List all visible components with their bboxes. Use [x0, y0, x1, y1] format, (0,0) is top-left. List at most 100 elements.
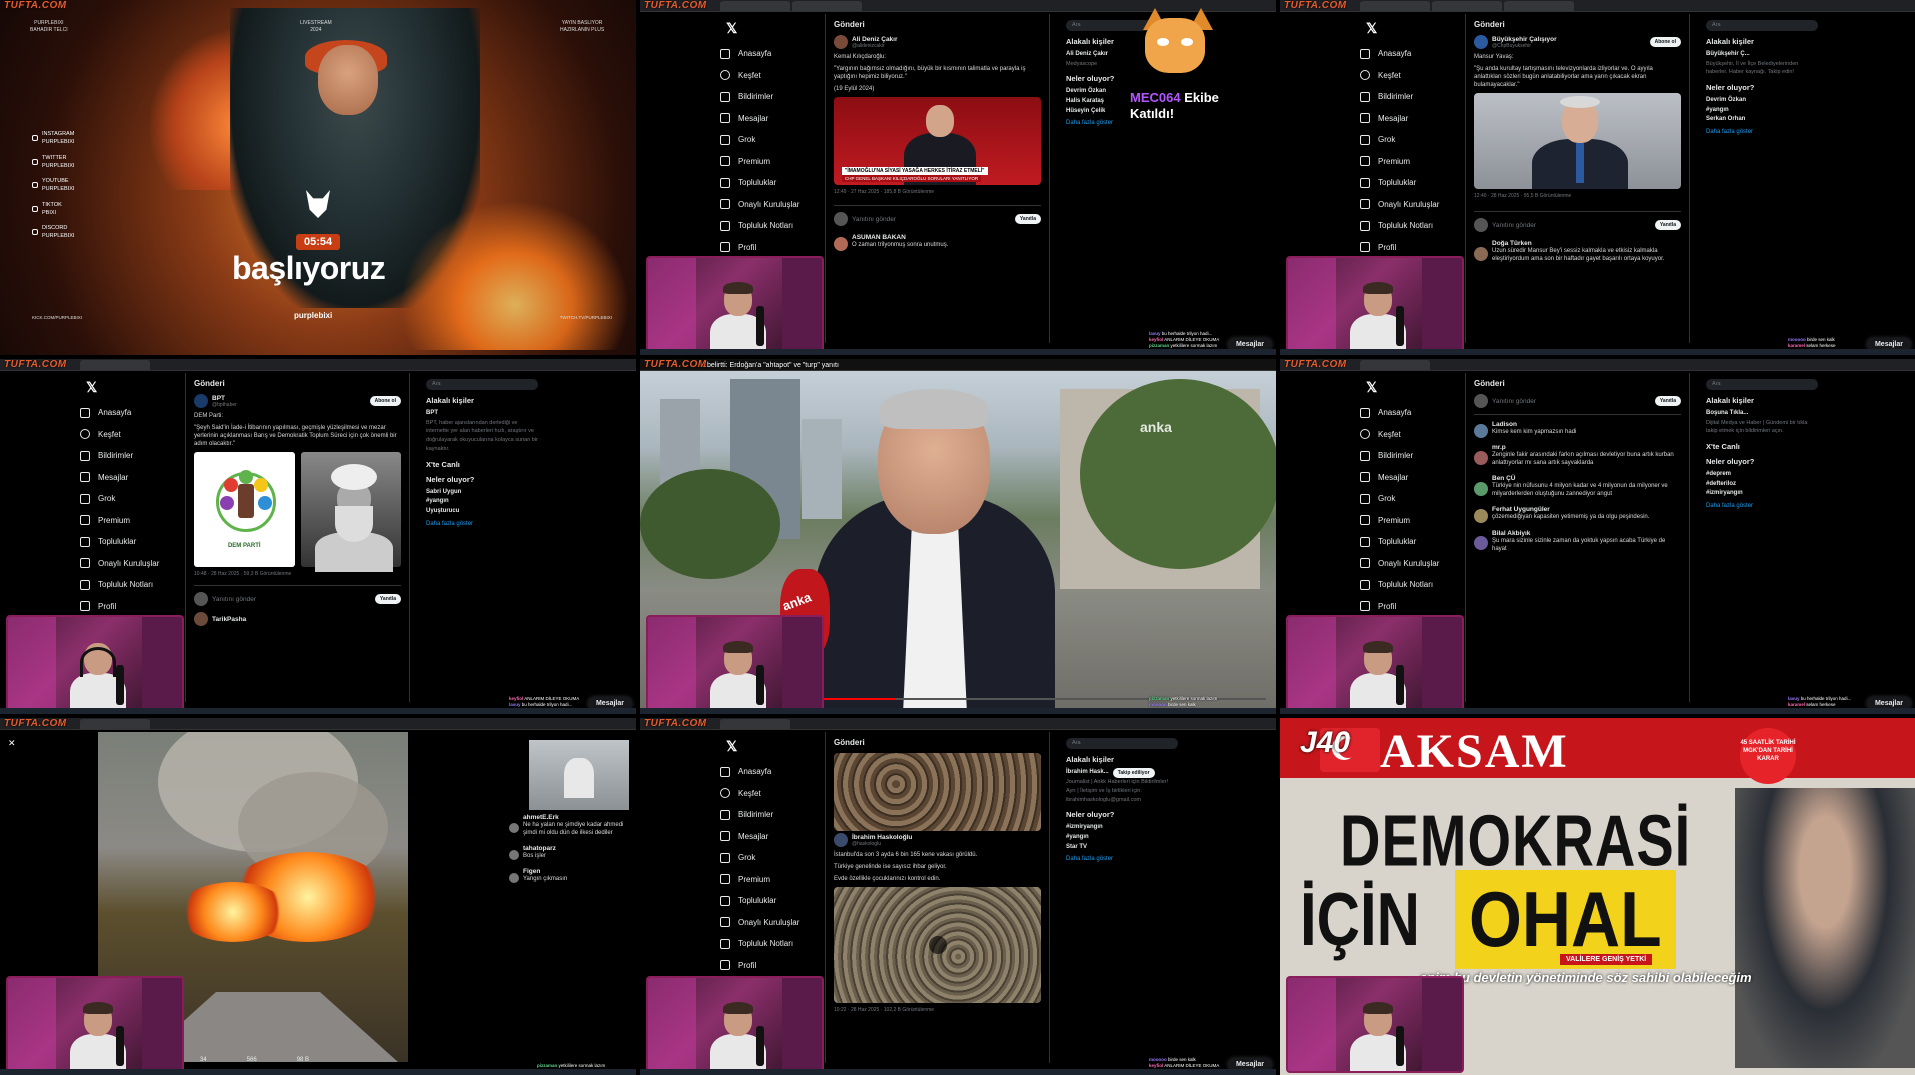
- related-name[interactable]: Büyükşehir Ç...: [1706, 50, 1818, 60]
- nav-community-notes[interactable]: Topluluk Notları: [80, 574, 200, 596]
- nav-explore[interactable]: Keşfet: [1360, 65, 1480, 87]
- taskbar[interactable]: [0, 1069, 636, 1075]
- reply-input[interactable]: Yanıtını gönder: [852, 216, 896, 223]
- browser-tab[interactable]: [1360, 360, 1430, 370]
- nav-home[interactable]: Anasayfa: [720, 43, 840, 65]
- nav-verified-orgs[interactable]: Onaylı Kuruluşlar: [1360, 194, 1480, 216]
- nav-premium[interactable]: Premium: [720, 151, 840, 173]
- historical-portrait[interactable]: [300, 452, 401, 573]
- reply-item[interactable]: Bilal Akbiyık Şu mara sizinle sizinle zam…: [1474, 530, 1681, 557]
- next-post-author[interactable]: ASUMAN BAKAN O zaman trilyonmuş sonra unu…: [834, 234, 1041, 253]
- nav-explore[interactable]: Keşfet: [1360, 424, 1480, 446]
- post-author[interactable]: İbrahim Haskoloğlu @haskologlu: [834, 833, 1041, 847]
- nav-home[interactable]: Anasayfa: [80, 402, 200, 424]
- avatar[interactable]: [834, 236, 848, 251]
- x-logo-icon[interactable]: 𝕏: [726, 20, 840, 37]
- author-name[interactable]: Ali Deniz Çakır: [852, 36, 898, 43]
- nav-home[interactable]: Anasayfa: [1360, 43, 1480, 65]
- avatar[interactable]: [1474, 35, 1488, 49]
- nav-profile[interactable]: Profil: [720, 955, 840, 977]
- author-name[interactable]: BPT: [212, 395, 237, 402]
- browser-tabstrip[interactable]: [0, 359, 636, 371]
- author-name[interactable]: mr.p: [1492, 444, 1681, 451]
- avatar[interactable]: [834, 833, 848, 847]
- nav-communities[interactable]: Topluluklar: [720, 172, 840, 194]
- quoted-image[interactable]: [834, 753, 1041, 831]
- nav-home[interactable]: Anasayfa: [720, 761, 840, 783]
- avatar[interactable]: [194, 394, 208, 408]
- nav-messages[interactable]: Mesajlar: [720, 826, 840, 848]
- nav-notifications[interactable]: Bildirimler: [720, 86, 840, 108]
- browser-tab[interactable]: [1504, 1, 1574, 11]
- nav-profile[interactable]: Profil: [720, 237, 840, 259]
- nav-grok[interactable]: Grok: [1360, 488, 1480, 510]
- avatar[interactable]: [194, 612, 208, 627]
- nav-profile[interactable]: Profil: [80, 596, 200, 618]
- post-author[interactable]: Büyükşehir Çalışıyor @ChpBuyuksehir Abone …: [1474, 35, 1681, 49]
- author-name[interactable]: Ferhat Uygungüler: [1492, 506, 1649, 513]
- author-name[interactable]: ahmetE.Erk: [523, 814, 631, 821]
- nav-notifications[interactable]: Bildirimler: [80, 445, 200, 467]
- reply-button[interactable]: Yanıtla: [1014, 214, 1041, 225]
- nav-premium[interactable]: Premium: [1360, 151, 1480, 173]
- trend-item[interactable]: #yangın: [1066, 833, 1178, 843]
- browser-tabstrip[interactable]: [1280, 0, 1915, 12]
- next-post-author[interactable]: TarikPasha: [194, 612, 401, 627]
- nav-verified-orgs[interactable]: Onaylı Kuruluşlar: [80, 553, 200, 575]
- taskbar[interactable]: [1280, 349, 1915, 355]
- comment-item[interactable]: Figen Yangın çıkmasın: [509, 868, 631, 887]
- author-name[interactable]: tahatoparz: [523, 845, 556, 852]
- reply-item[interactable]: Ferhat Uygungüler çözemediğiyan kapasiten…: [1474, 506, 1681, 525]
- reply-button[interactable]: Yanıtla: [1654, 396, 1681, 406]
- browser-tabstrip[interactable]: [1280, 359, 1915, 371]
- nav-grok[interactable]: Grok: [1360, 129, 1480, 151]
- nav-grok[interactable]: Grok: [80, 488, 200, 510]
- comment-image[interactable]: [529, 740, 629, 810]
- browser-tab[interactable]: [1360, 1, 1430, 11]
- trend-item[interactable]: #deprem: [1706, 470, 1818, 480]
- subscribe-button[interactable]: Abone ol: [369, 396, 401, 406]
- author-name[interactable]: İbrahim Haskoloğlu: [852, 834, 912, 841]
- reply-input[interactable]: Yanıtını gönder: [212, 596, 256, 603]
- reply-item[interactable]: Ben ÇÜ Türkiye nin nüfusunu 4 milyon kada…: [1474, 475, 1681, 502]
- nav-communities[interactable]: Topluluklar: [80, 531, 200, 553]
- nav-premium[interactable]: Premium: [80, 510, 200, 532]
- search-input[interactable]: Ara: [1706, 379, 1818, 390]
- trend-item[interactable]: #yangın: [1706, 106, 1818, 116]
- author-name[interactable]: Büyükşehir Çalışıyor: [1492, 36, 1557, 43]
- related-name[interactable]: BPT: [426, 409, 538, 419]
- reply-button[interactable]: Yanıtla: [374, 594, 401, 605]
- avatar[interactable]: [1474, 246, 1488, 261]
- browser-tab[interactable]: [720, 1, 790, 11]
- avatar[interactable]: [1474, 423, 1488, 438]
- author-name[interactable]: Figen: [523, 868, 567, 875]
- search-input[interactable]: Ara: [1706, 20, 1818, 31]
- close-icon[interactable]: ✕: [8, 738, 16, 749]
- x-logo-icon[interactable]: 𝕏: [1366, 20, 1480, 37]
- author-name[interactable]: Doğa Türken: [1492, 240, 1681, 247]
- avatar[interactable]: [509, 872, 519, 883]
- x-logo-icon[interactable]: 𝕏: [1366, 379, 1480, 396]
- show-more-link[interactable]: Daha fazla göster: [1066, 856, 1178, 862]
- avatar[interactable]: [1474, 481, 1488, 496]
- trend-item[interactable]: Star TV: [1066, 843, 1178, 853]
- reply-input[interactable]: Yanıtını gönder: [1492, 222, 1536, 229]
- nav-communities[interactable]: Topluluklar: [1360, 172, 1480, 194]
- nav-notifications[interactable]: Bildirimler: [1360, 86, 1480, 108]
- nav-premium[interactable]: Premium: [1360, 510, 1480, 532]
- author-name[interactable]: Ben ÇÜ: [1492, 475, 1681, 482]
- x-logo-icon[interactable]: 𝕏: [86, 379, 200, 396]
- nav-explore[interactable]: Keşfet: [720, 65, 840, 87]
- trend-item[interactable]: #izmiryangın: [1706, 489, 1818, 499]
- reply-button[interactable]: Yanıtla: [1654, 220, 1681, 231]
- nav-messages[interactable]: Mesajlar: [720, 108, 840, 130]
- avatar[interactable]: [1474, 509, 1488, 524]
- browser-tab[interactable]: [80, 719, 150, 729]
- nav-community-notes[interactable]: Topluluk Notları: [720, 215, 840, 237]
- avatar[interactable]: [1474, 450, 1488, 465]
- nav-messages[interactable]: Mesajlar: [1360, 108, 1480, 130]
- trend-item[interactable]: #izmiryangın: [1066, 823, 1178, 833]
- browser-tab[interactable]: [792, 1, 862, 11]
- avatar[interactable]: [509, 849, 519, 860]
- avatar[interactable]: [1474, 536, 1488, 551]
